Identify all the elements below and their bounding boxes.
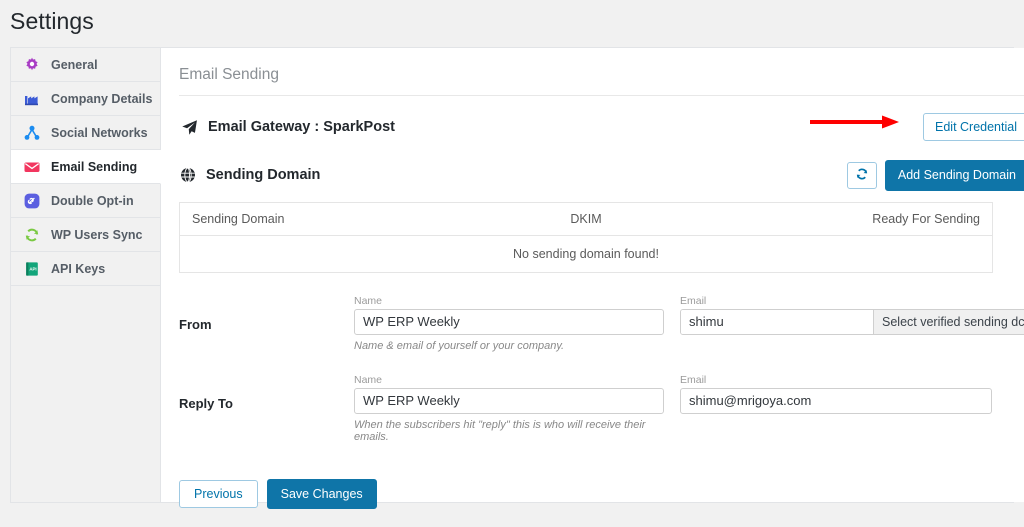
sidebar-item-social-networks[interactable]: Social Networks bbox=[11, 116, 160, 150]
from-name-label: Name bbox=[354, 294, 383, 307]
reply-to-email-group: Email bbox=[680, 374, 992, 414]
sidebar-item-email-sending[interactable]: Email Sending bbox=[11, 150, 161, 184]
sending-domain-title: Sending Domain bbox=[206, 167, 321, 184]
refresh-icon bbox=[855, 167, 869, 184]
envelope-icon bbox=[24, 159, 40, 175]
column-header-dkim: DKIM bbox=[450, 202, 722, 236]
sidebar-item-double-opt-in[interactable]: Double Opt-in bbox=[11, 184, 160, 218]
empty-table-message: No sending domain found! bbox=[513, 246, 659, 261]
settings-panel: General Company Details Social Networks … bbox=[10, 47, 1024, 509]
sidebar-item-label: Double Opt-in bbox=[51, 193, 134, 208]
sidebar-item-label: General bbox=[51, 57, 98, 72]
from-section: From Name Name & email of yourself or yo… bbox=[179, 295, 1024, 352]
form-footer: Previous Save Changes bbox=[179, 478, 1024, 509]
from-domain-select-value: Select verified sending dc bbox=[882, 314, 1024, 329]
from-domain-select[interactable]: Select verified sending dc bbox=[873, 309, 1024, 334]
table-row: No sending domain found! bbox=[180, 235, 993, 272]
sidebar-item-label: Email Sending bbox=[51, 159, 138, 174]
sidebar-item-label: Social Networks bbox=[51, 125, 148, 140]
sidebar-item-api-keys[interactable]: API API Keys bbox=[11, 252, 160, 286]
from-email-input[interactable] bbox=[681, 309, 873, 334]
settings-page: Settings General Company Details Social … bbox=[0, 0, 1024, 527]
edit-credential-button[interactable]: Edit Credential bbox=[923, 112, 1024, 142]
globe-icon bbox=[179, 166, 197, 184]
sidebar-item-company-details[interactable]: Company Details bbox=[11, 82, 160, 116]
from-email-combo: Select verified sending dc bbox=[680, 308, 1024, 335]
sidebar-item-label: WP Users Sync bbox=[51, 227, 143, 242]
gateway-title: Email Gateway : SparkPost bbox=[208, 119, 395, 135]
from-label: From bbox=[179, 316, 212, 332]
refresh-icon-button[interactable] bbox=[846, 161, 877, 189]
previous-button[interactable]: Previous bbox=[179, 479, 258, 508]
column-header-ready-for-sending: Ready For Sending bbox=[721, 202, 993, 236]
email-gateway-row: Email Gateway : SparkPost Edit Credentia… bbox=[179, 112, 1024, 142]
sidebar-item-label: Company Details bbox=[51, 91, 153, 106]
settings-sidebar: General Company Details Social Networks … bbox=[11, 48, 161, 502]
share-nodes-icon bbox=[24, 125, 40, 141]
api-book-icon: API bbox=[24, 261, 40, 277]
add-sending-domain-button[interactable]: Add Sending Domain bbox=[884, 160, 1024, 191]
reply-to-name-input[interactable] bbox=[354, 387, 664, 414]
reply-to-name-label: Name bbox=[354, 373, 383, 386]
settings-main: Email Sending Email Gateway : SparkPost … bbox=[161, 48, 1024, 509]
from-name-group: Name Name & email of yourself or your co… bbox=[354, 295, 664, 352]
gear-icon bbox=[24, 57, 40, 73]
sidebar-item-wp-users-sync[interactable]: WP Users Sync bbox=[11, 218, 160, 252]
reply-to-name-group: Name When the subscribers hit "reply" th… bbox=[354, 374, 664, 443]
sync-icon bbox=[24, 227, 40, 243]
table-header-row: Sending Domain DKIM Ready For Sending bbox=[179, 202, 993, 236]
sending-domain-row: Sending Domain Add Sending Domain bbox=[179, 160, 1024, 191]
sidebar-item-label: API Keys bbox=[51, 261, 106, 276]
paper-plane-icon bbox=[179, 117, 199, 137]
sending-domain-table: Sending Domain DKIM Ready For Sending No… bbox=[179, 201, 993, 273]
from-help-text: Name & email of yourself or your company… bbox=[354, 339, 565, 352]
from-email-group: Email Select verified sending dc bbox=[680, 295, 1024, 335]
reply-to-label: Reply To bbox=[179, 395, 233, 411]
sidebar-item-general[interactable]: General bbox=[11, 48, 160, 82]
reply-to-email-input[interactable] bbox=[680, 387, 992, 414]
reply-to-section: Reply To Name When the subscribers hit "… bbox=[179, 374, 1024, 443]
from-name-input[interactable] bbox=[354, 308, 664, 335]
page-title: Settings bbox=[10, 8, 94, 34]
column-header-sending-domain: Sending Domain bbox=[179, 202, 451, 236]
reply-to-help-text: When the subscribers hit "reply" this is… bbox=[354, 418, 646, 443]
link-circle-icon bbox=[24, 193, 40, 209]
from-email-label: Email bbox=[680, 294, 707, 307]
section-title: Email Sending bbox=[179, 66, 1024, 96]
factory-icon bbox=[24, 91, 40, 107]
save-changes-button[interactable]: Save Changes bbox=[266, 478, 377, 509]
reply-to-email-label: Email bbox=[680, 373, 707, 386]
svg-text:API: API bbox=[29, 266, 36, 271]
